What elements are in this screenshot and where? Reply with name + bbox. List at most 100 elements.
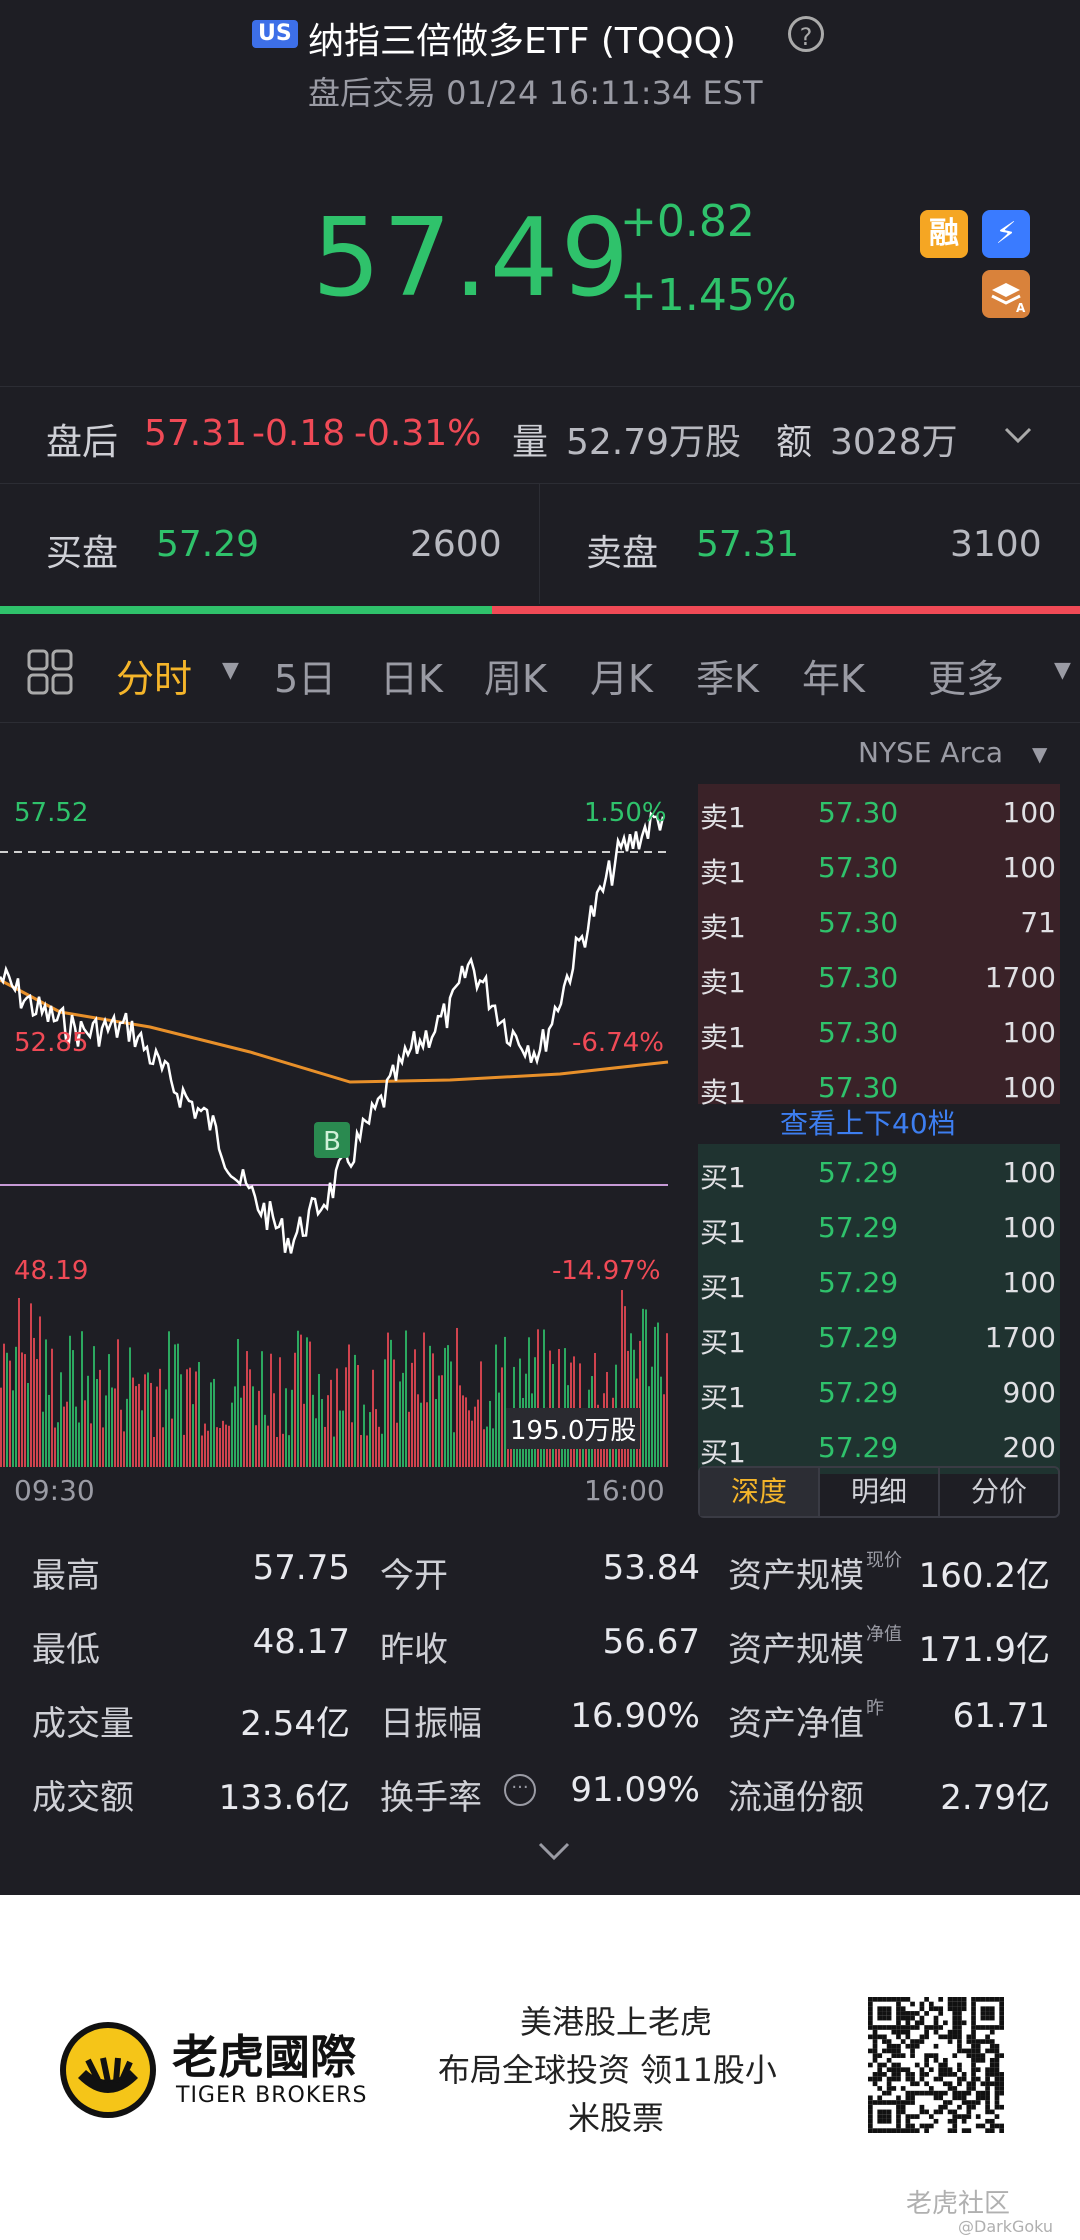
view-more-depth-link[interactable]: 查看上下40档 [780, 1102, 956, 1142]
tab-detail[interactable]: 明细 [820, 1468, 938, 1516]
caret-down-icon[interactable]: ▼ [1054, 658, 1071, 683]
tab-price-split[interactable]: 分价 [940, 1468, 1058, 1516]
tab-quarterly[interactable]: 季K [696, 648, 759, 703]
chevron-down-icon[interactable] [1000, 417, 1036, 453]
qr-module [905, 2100, 911, 2105]
help-icon[interactable]: ? [788, 16, 824, 52]
volume-bar [114, 1388, 116, 1467]
qr-module [999, 2072, 1004, 2077]
order-book-row: 卖1 57.30 100 [698, 839, 1060, 894]
volume-bar [657, 1322, 659, 1467]
grid-icon[interactable] [26, 648, 74, 696]
qr-module [877, 2072, 883, 2077]
volume-bar [168, 1331, 170, 1467]
volume-bar [0, 1387, 2, 1467]
qr-module [896, 2015, 901, 2021]
more-info-icon[interactable]: ··· [504, 1774, 536, 1806]
order-price: 57.30 [818, 906, 899, 939]
volume-bar [48, 1394, 50, 1467]
tab-monthly[interactable]: 月K [590, 648, 653, 703]
qr-module [877, 2067, 883, 2073]
qr-module [971, 2011, 976, 2016]
qr-module [910, 2053, 915, 2058]
bid-ask-ratio-bar [0, 606, 1080, 614]
volume-bar [120, 1409, 122, 1467]
qr-module [896, 2067, 901, 2073]
volume-bar [87, 1375, 89, 1467]
volume-bar [444, 1347, 446, 1467]
qr-module [886, 2109, 892, 2115]
tab-5day[interactable]: 5日 [274, 648, 336, 703]
expand-chevron-icon[interactable] [534, 1836, 574, 1866]
qr-module [896, 2025, 901, 2030]
tab-daily[interactable]: 日K [380, 648, 443, 703]
volume-bar [294, 1352, 296, 1467]
volume-bar [204, 1423, 206, 1467]
ask-book: 卖1 57.30 100 卖1 57.30 100 卖1 57.30 71 卖1 57.30 1700… [698, 784, 1060, 1109]
qr-module [985, 2015, 990, 2021]
volume-bar [411, 1362, 413, 1467]
qr-module [928, 2001, 934, 2007]
qr-module [891, 2062, 897, 2068]
qr-module [928, 2053, 934, 2058]
exchange-label[interactable]: NYSE Arca [858, 736, 1003, 769]
stat-value: 57.75 [252, 1548, 350, 1588]
tab-depth[interactable]: 深度 [700, 1468, 818, 1516]
volume-bar [90, 1423, 92, 1467]
tab-more[interactable]: 更多 [928, 648, 1004, 703]
svg-text:B: B [323, 1127, 341, 1157]
svg-text:A: A [1016, 301, 1026, 315]
qr-module [989, 2081, 995, 2087]
qr-module [947, 2118, 953, 2124]
qr-module [882, 2062, 887, 2068]
stat-value: 171.9亿 [918, 1630, 1050, 1670]
tab-weekly[interactable]: 周K [484, 648, 547, 703]
qr-module [999, 2123, 1004, 2129]
qr-module [985, 2086, 990, 2091]
qr-module [891, 2086, 897, 2091]
qr-module [919, 2072, 925, 2077]
tab-intraday[interactable]: 分时 [116, 648, 192, 703]
volume-bar [375, 1409, 377, 1467]
qr-module [896, 2095, 901, 2101]
volume-bar [198, 1362, 200, 1467]
after-hours-row[interactable]: 盘后 57.31 -0.18 -0.31% 量 52.79万股 额 3028万 [0, 386, 1080, 484]
qr-module [914, 2025, 920, 2030]
volume-bar [651, 1366, 653, 1467]
security-title[interactable]: 纳指三倍做多ETF (TQQQ) [308, 12, 736, 64]
promo-footer: 老虎國際 TIGER BROKERS 美港股上老虎 布局全球投资 领11股小 米… [0, 1895, 1080, 2240]
lightning-icon[interactable]: ⚡ [982, 210, 1030, 258]
intraday-chart[interactable]: B [0, 722, 680, 1522]
stack-icon[interactable]: A [982, 270, 1030, 318]
margin-icon[interactable]: 融 [920, 210, 968, 258]
caret-down-icon[interactable]: ▼ [222, 658, 239, 683]
qr-module [910, 2025, 915, 2030]
volume-bar [99, 1369, 101, 1467]
qr-module [947, 2006, 953, 2012]
qr-module [933, 2076, 939, 2082]
qr-module [975, 2043, 981, 2049]
volume-bar [315, 1418, 317, 1467]
volume-bar [252, 1386, 254, 1467]
qr-module [896, 2100, 901, 2105]
caret-down-icon[interactable]: ▼ [1032, 742, 1047, 766]
qr-module [975, 2095, 981, 2101]
qr-module [886, 2081, 892, 2087]
buy-marker[interactable]: B [314, 1122, 350, 1158]
qr-module [975, 2114, 981, 2119]
stat-label: 今开 [380, 1556, 448, 1596]
qr-module [989, 2029, 995, 2035]
tab-yearly[interactable]: 年K [802, 648, 865, 703]
qr-module [928, 2114, 934, 2119]
qr-module [989, 2062, 995, 2068]
order-level-label: 买1 [700, 1271, 746, 1304]
volume-bar [153, 1436, 155, 1467]
qr-module [961, 2076, 967, 2082]
ask-label: 卖盘 [586, 533, 659, 574]
qr-module [938, 2025, 944, 2030]
qr-module [896, 2011, 901, 2016]
volume-bar [312, 1394, 314, 1467]
intraday-chart-area[interactable]: B NYSE Arca ▼ 57.52 1.50% 52.85 -6.74% 4… [0, 722, 1080, 1522]
qr-module [900, 2006, 906, 2012]
qr-module [947, 2067, 953, 2073]
